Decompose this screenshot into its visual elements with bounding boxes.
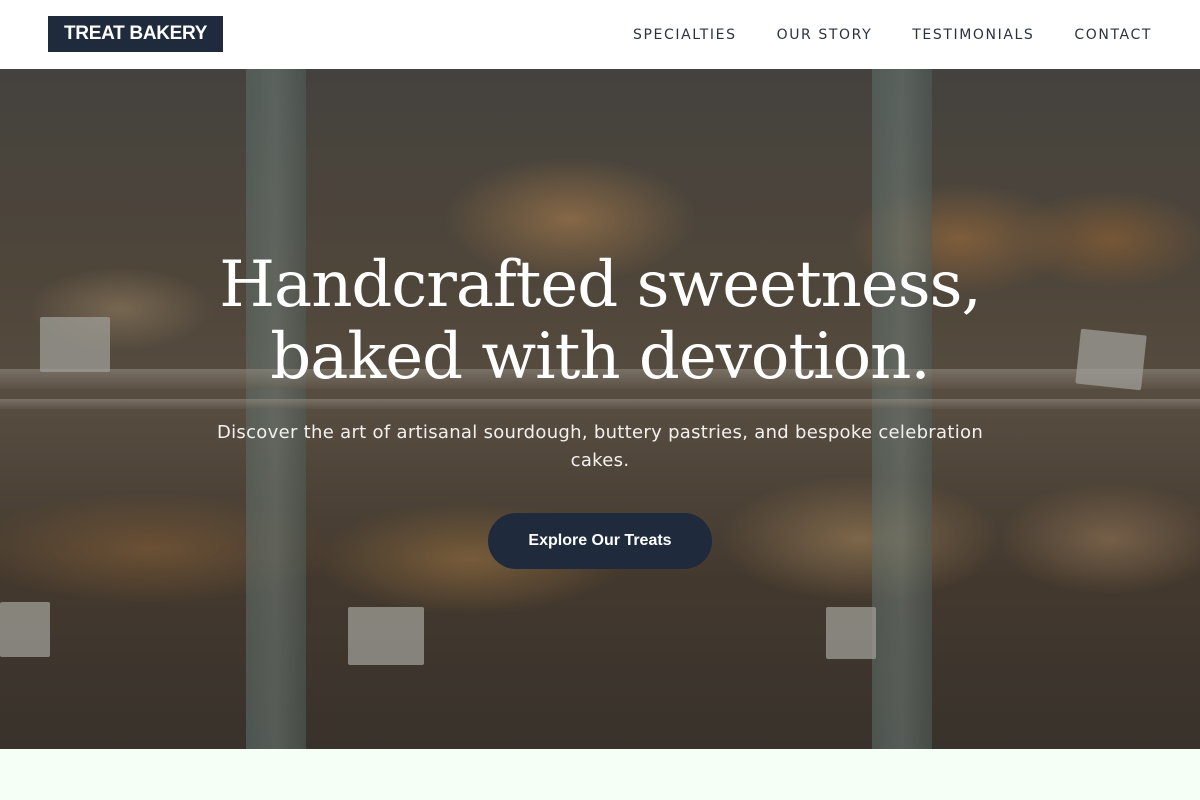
hero-subtitle: Discover the art of artisanal sourdough,… [216,422,984,471]
nav-link-testimonials[interactable]: TESTIMONIALS [912,27,1034,43]
hero-headline: Handcrafted sweetness, baked with devoti… [150,249,1050,393]
explore-treats-button[interactable]: Explore Our Treats [488,513,712,569]
brand-logo[interactable]: TREAT BAKERY [48,16,224,52]
nav-link-our-story[interactable]: OUR STORY [777,27,873,43]
next-section [0,749,1200,800]
hero-headline-line1: Handcrafted sweetness, [219,248,982,322]
hero-content: Handcrafted sweetness, baked with devoti… [0,69,1200,749]
nav-link-contact[interactable]: CONTACT [1074,27,1152,43]
hero-section: Handcrafted sweetness, baked with devoti… [0,69,1200,749]
site-header: TREAT BAKERY SPECIALTIES OUR STORY TESTI… [0,0,1200,69]
main-nav: SPECIALTIES OUR STORY TESTIMONIALS CONTA… [633,27,1152,43]
hero-headline-line2: baked with devotion. [270,320,930,394]
nav-link-specialties[interactable]: SPECIALTIES [633,27,737,43]
